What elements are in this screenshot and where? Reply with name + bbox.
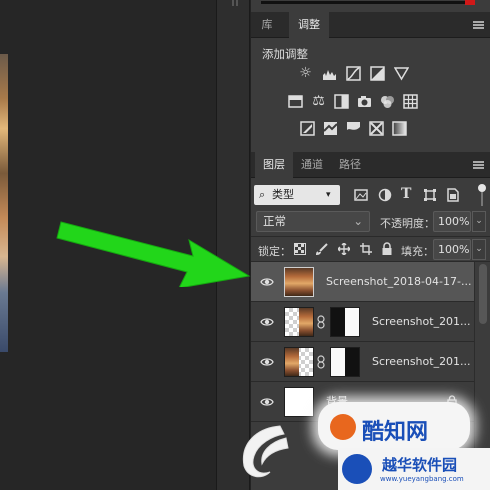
exposure-icon[interactable] (370, 66, 385, 81)
site-watermark: 越华软件园 www.yueyangbang.com (338, 448, 490, 490)
invert-icon[interactable] (300, 121, 315, 136)
blend-mode-select[interactable]: 正常 ⌄ (256, 211, 370, 232)
filter-kind-label: 类型 (272, 188, 294, 201)
opacity-input[interactable]: 100% (433, 211, 471, 232)
lock-all-icon[interactable] (381, 242, 393, 255)
green-arrow-annotation (56, 221, 251, 287)
visibility-eye-icon[interactable] (260, 355, 274, 369)
tab-channels[interactable]: 通道 (295, 152, 329, 178)
watermark-badge: 酷知网 (318, 402, 470, 450)
visibility-eye-icon[interactable] (260, 395, 274, 409)
fill-value: 100% (438, 243, 470, 256)
layer-name[interactable]: Screenshot_2018-04-17-... (326, 262, 471, 302)
lock-label: 锁定： (258, 245, 291, 258)
black-white-icon[interactable] (334, 94, 349, 109)
channel-mixer-icon[interactable] (380, 94, 395, 109)
layer-row[interactable]: Screenshot_201... (251, 302, 474, 342)
layer-mask-thumbnail[interactable] (330, 347, 360, 377)
site-logo-icon (342, 454, 372, 484)
tab-paths[interactable]: 路径 (333, 152, 367, 178)
slider-color-swatch (465, 0, 475, 5)
divider (251, 236, 490, 237)
opacity-value: 100% (438, 215, 470, 228)
layer-thumbnail (284, 347, 314, 377)
opacity-label: 不透明度： (380, 217, 435, 230)
lock-position-icon[interactable] (337, 242, 351, 256)
chevron-down-icon: ⌄ (353, 214, 363, 228)
lock-image-pixels-icon[interactable] (315, 243, 328, 256)
search-icon: ⌕ (259, 188, 266, 201)
color-balance-icon[interactable]: ⚖ (311, 94, 326, 109)
adjustments-row-1: ☼ (296, 66, 416, 84)
adjustments-title: 添加调整 (262, 47, 308, 61)
tab-layers[interactable]: 图层 (255, 152, 293, 178)
type-layer-filter-icon[interactable]: T (401, 186, 415, 202)
panel-menu-icon[interactable] (473, 21, 484, 29)
layer-filter-kind-select[interactable]: ⌕ 类型 ▾ (254, 185, 340, 205)
tab-library[interactable]: 库 (251, 12, 283, 38)
fill-input[interactable]: 100% (433, 239, 471, 260)
posterize-icon[interactable] (323, 121, 338, 136)
levels-icon[interactable] (322, 66, 337, 81)
watermark-logo-icon (330, 414, 356, 440)
panel-menu-icon[interactable] (473, 161, 484, 169)
layer-name[interactable]: Screenshot_201... (372, 342, 471, 382)
mask-link-icon[interactable] (317, 315, 325, 329)
adjustments-row-2: ⚖ (286, 94, 426, 112)
site-watermark-title: 越华软件园 (382, 456, 458, 474)
watermark-swirl-logo (242, 425, 289, 478)
layer-mask-thumbnail[interactable] (330, 307, 360, 337)
selective-color-icon[interactable] (369, 121, 384, 136)
shape-layer-filter-icon[interactable] (423, 188, 437, 202)
chevron-down-icon: ▾ (326, 190, 331, 200)
layers-tabbar: 图层 通道 路径 (251, 152, 490, 178)
vibrance-icon[interactable] (393, 66, 410, 81)
lock-transparent-pixels-icon[interactable] (294, 243, 306, 255)
blend-mode-value: 正常 (263, 214, 286, 228)
layer-thumbnail (284, 307, 314, 337)
visibility-eye-icon[interactable] (260, 275, 274, 289)
canvas-image-edge (0, 54, 8, 352)
dock-grip[interactable] (236, 0, 238, 6)
adjustments-row-3 (298, 121, 418, 139)
panel-top-slider[interactable] (251, 0, 490, 8)
adjustments-tabbar: 库 调整 (251, 12, 490, 38)
tab-adjustments[interactable]: 调整 (289, 12, 329, 38)
slider-track (261, 1, 466, 4)
photo-filter-icon[interactable] (357, 94, 372, 109)
gradient-map-icon[interactable] (392, 121, 407, 136)
lock-artboard-icon[interactable] (360, 243, 372, 255)
layer-name[interactable]: Screenshot_201... (372, 302, 471, 342)
fill-dropdown[interactable]: ⌄ (472, 239, 486, 260)
fill-label: 填充： (401, 245, 434, 258)
curves-icon[interactable] (346, 66, 361, 81)
pixel-layer-filter-icon[interactable] (354, 188, 368, 202)
filter-toggle[interactable] (478, 184, 486, 206)
color-lookup-icon[interactable] (403, 94, 418, 109)
brightness-contrast-icon[interactable]: ☼ (298, 66, 313, 81)
site-watermark-url: www.yueyangbang.com (380, 475, 464, 483)
layer-thumbnail (284, 267, 314, 297)
threshold-icon[interactable] (346, 121, 361, 136)
opacity-dropdown[interactable]: ⌄ (472, 211, 486, 232)
hue-saturation-icon[interactable] (288, 94, 303, 109)
visibility-eye-icon[interactable] (260, 315, 274, 329)
dock-grip[interactable] (232, 0, 234, 6)
adjustment-layer-filter-icon[interactable] (378, 188, 392, 202)
watermark-text: 酷知网 (362, 420, 429, 445)
scrollbar-thumb[interactable] (479, 264, 487, 324)
mask-link-icon[interactable] (317, 355, 325, 369)
layer-row[interactable]: Screenshot_2018-04-17-... (251, 262, 474, 302)
layer-row[interactable]: Screenshot_201... (251, 342, 474, 382)
smart-object-filter-icon[interactable] (446, 188, 460, 202)
layer-thumbnail (284, 387, 314, 417)
